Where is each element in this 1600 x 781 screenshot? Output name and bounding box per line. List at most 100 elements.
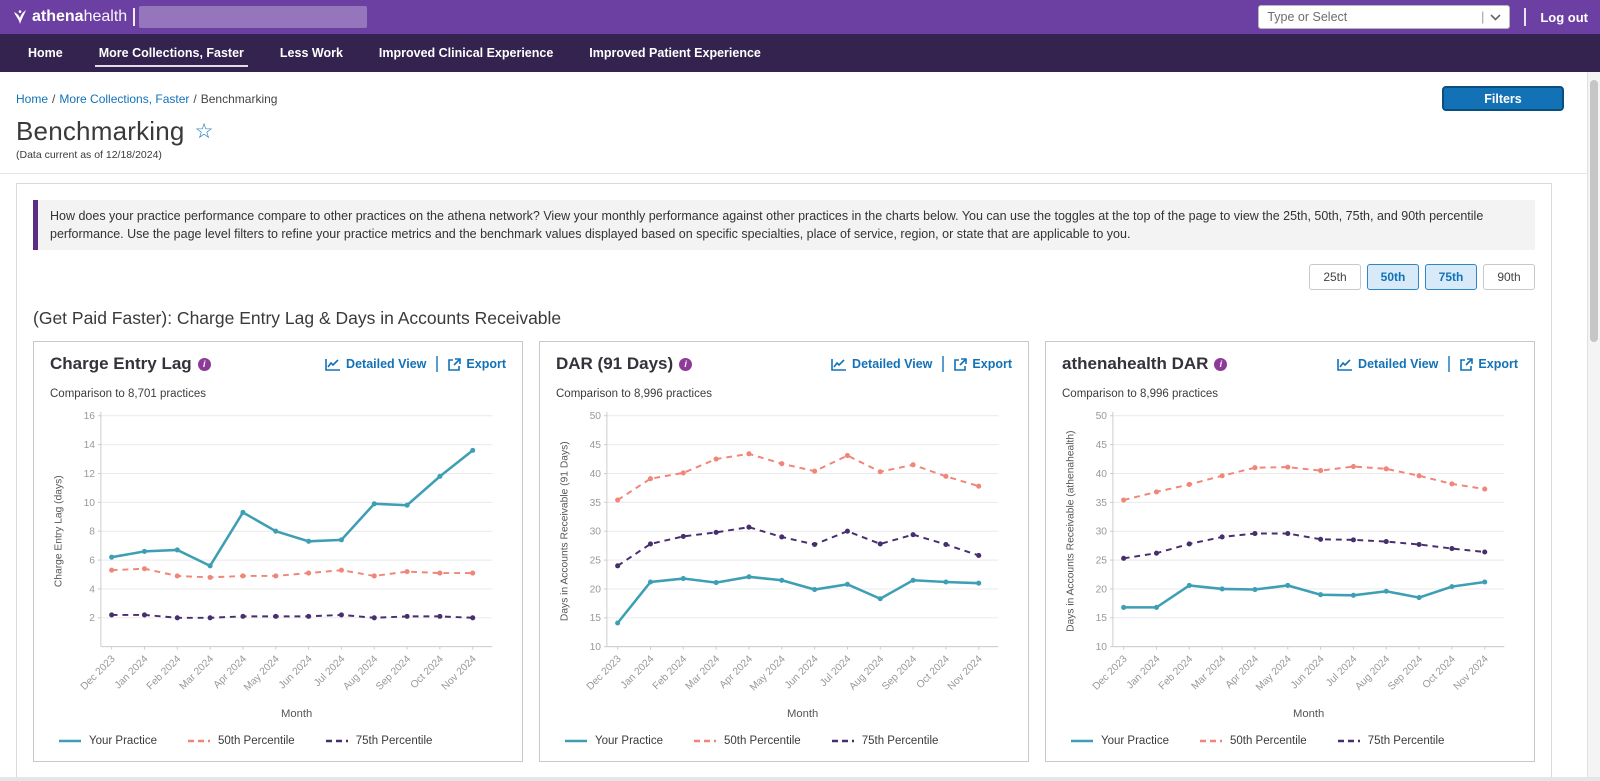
- svg-text:14: 14: [84, 440, 96, 451]
- org-selector-divider: |: [1481, 10, 1484, 24]
- svg-text:Month: Month: [1293, 708, 1324, 720]
- svg-text:2: 2: [89, 613, 95, 624]
- detailed-view-link[interactable]: Detailed View: [1337, 357, 1438, 371]
- breadcrumb-more-collections-faster[interactable]: More Collections, Faster: [59, 92, 189, 106]
- export-link[interactable]: Export: [954, 357, 1012, 371]
- chart-subtitle: Comparison to 8,701 practices: [50, 388, 506, 400]
- svg-text:Nov 2024: Nov 2024: [1452, 654, 1491, 693]
- svg-text:40: 40: [590, 469, 602, 480]
- org-selector-dropdown[interactable]: Type or Select |: [1258, 5, 1510, 29]
- svg-text:Dec 2023: Dec 2023: [1091, 654, 1130, 693]
- export-icon: [1460, 358, 1473, 371]
- toggle-90th[interactable]: 90th: [1483, 264, 1535, 290]
- legend-swatch-icon: [831, 737, 855, 745]
- detailed-view-link[interactable]: Detailed View: [325, 357, 426, 371]
- page-bottom-edge: [0, 777, 1600, 781]
- svg-text:Mar 2024: Mar 2024: [1190, 654, 1229, 693]
- breadcrumb-home[interactable]: Home: [16, 92, 48, 106]
- svg-text:15: 15: [1096, 613, 1108, 624]
- section-title: (Get Paid Faster): Charge Entry Lag & Da…: [33, 308, 1535, 329]
- dar-91-days-chart: 101520253035404550Dec 2023Jan 2024Feb 20…: [556, 404, 1012, 733]
- svg-text:10: 10: [590, 642, 602, 653]
- svg-text:May 2024: May 2024: [748, 654, 788, 694]
- line-chart-icon: [325, 358, 341, 371]
- svg-text:May 2024: May 2024: [242, 654, 282, 694]
- nav-item-home[interactable]: Home: [14, 34, 77, 72]
- chart-title: DAR (91 Days): [556, 354, 673, 374]
- title-section: Home / More Collections, Faster / Benchmarki…: [0, 72, 1600, 174]
- chevron-down-icon: [1490, 14, 1501, 21]
- svg-text:Days in Accounts Receivable (a: Days in Accounts Receivable (athenahealt…: [1066, 431, 1077, 632]
- export-link[interactable]: Export: [448, 357, 506, 371]
- svg-text:Month: Month: [787, 708, 818, 720]
- svg-text:45: 45: [1096, 440, 1108, 451]
- charge-entry-lag-chart: 246810121416Dec 2023Jan 2024Feb 2024Mar …: [50, 404, 506, 733]
- svg-text:Sep 2024: Sep 2024: [374, 654, 413, 693]
- chart-card-athenahealth-dar: athenahealth DAR i Detailed View Export …: [1045, 341, 1535, 762]
- svg-text:Jun 2024: Jun 2024: [277, 654, 315, 692]
- chart-title: Charge Entry Lag: [50, 354, 192, 374]
- vertical-scrollbar[interactable]: [1587, 72, 1600, 781]
- chart-legend: Your Practice50th Percentile75th Percent…: [50, 733, 506, 751]
- nav-item-improved-clinical-experience[interactable]: Improved Clinical Experience: [365, 34, 567, 72]
- svg-text:25: 25: [1096, 556, 1108, 567]
- link-separator: [436, 356, 438, 372]
- svg-text:25: 25: [590, 556, 602, 567]
- svg-text:12: 12: [84, 469, 96, 480]
- export-icon: [954, 358, 967, 371]
- breadcrumb-separator: /: [52, 92, 55, 106]
- svg-text:16: 16: [84, 411, 96, 422]
- toggle-50th[interactable]: 50th: [1367, 264, 1419, 290]
- filters-button[interactable]: Filters: [1442, 86, 1564, 111]
- legend-item: Your Practice: [58, 735, 157, 747]
- primary-nav: Home More Collections, Faster Less Work …: [0, 34, 1600, 72]
- svg-text:35: 35: [590, 498, 602, 509]
- export-icon: [448, 358, 461, 371]
- svg-text:30: 30: [590, 527, 602, 538]
- svg-text:8: 8: [89, 527, 95, 538]
- scrollbar-thumb[interactable]: [1590, 80, 1598, 342]
- favorite-star-icon[interactable]: ☆: [195, 121, 214, 142]
- toggle-25th[interactable]: 25th: [1309, 264, 1361, 290]
- svg-text:May 2024: May 2024: [1254, 654, 1294, 694]
- svg-text:50: 50: [1096, 411, 1108, 422]
- athenahealth-dar-chart: 101520253035404550Dec 2023Jan 2024Feb 20…: [1062, 404, 1518, 733]
- nav-item-improved-patient-experience[interactable]: Improved Patient Experience: [575, 34, 775, 72]
- nav-item-more-collections-faster[interactable]: More Collections, Faster: [85, 34, 258, 72]
- practice-name-redacted[interactable]: [139, 6, 367, 28]
- chart-subtitle: Comparison to 8,996 practices: [1062, 388, 1518, 400]
- svg-text:Feb 2024: Feb 2024: [1157, 654, 1196, 693]
- svg-text:Aug 2024: Aug 2024: [1353, 654, 1392, 693]
- breadcrumb-current: Benchmarking: [201, 92, 278, 106]
- legend-item: Your Practice: [564, 735, 663, 747]
- legend-swatch-icon: [1199, 737, 1223, 745]
- nav-item-less-work[interactable]: Less Work: [266, 34, 357, 72]
- info-icon[interactable]: i: [198, 358, 211, 371]
- svg-text:Jun 2024: Jun 2024: [1289, 654, 1327, 692]
- svg-text:50: 50: [590, 411, 602, 422]
- chart-legend: Your Practice50th Percentile75th Percent…: [1062, 733, 1518, 751]
- legend-swatch-icon: [1070, 737, 1094, 745]
- legend-swatch-icon: [325, 737, 349, 745]
- percentile-toggle-group: 25th 50th 75th 90th: [33, 264, 1535, 290]
- chart-subtitle: Comparison to 8,996 practices: [556, 388, 1012, 400]
- logout-button[interactable]: Log out: [1540, 10, 1588, 25]
- info-icon[interactable]: i: [679, 358, 692, 371]
- toggle-75th[interactable]: 75th: [1425, 264, 1477, 290]
- svg-text:Aug 2024: Aug 2024: [847, 654, 886, 693]
- svg-text:Aug 2024: Aug 2024: [341, 654, 380, 693]
- info-icon[interactable]: i: [1214, 358, 1227, 371]
- breadcrumb: Home / More Collections, Faster / Benchmarki…: [16, 92, 1584, 106]
- legend-swatch-icon: [58, 737, 82, 745]
- athenahealth-leaf-icon: [12, 9, 28, 25]
- legend-item: 75th Percentile: [325, 735, 433, 747]
- link-separator: [1448, 356, 1450, 372]
- breadcrumb-separator: /: [193, 92, 196, 106]
- svg-text:Month: Month: [281, 708, 312, 720]
- athenahealth-logo: athenahealth: [12, 8, 127, 26]
- org-selector-placeholder: Type or Select: [1267, 10, 1481, 24]
- detailed-view-link[interactable]: Detailed View: [831, 357, 932, 371]
- export-link[interactable]: Export: [1460, 357, 1518, 371]
- svg-text:Dec 2023: Dec 2023: [79, 654, 118, 693]
- legend-swatch-icon: [1337, 737, 1361, 745]
